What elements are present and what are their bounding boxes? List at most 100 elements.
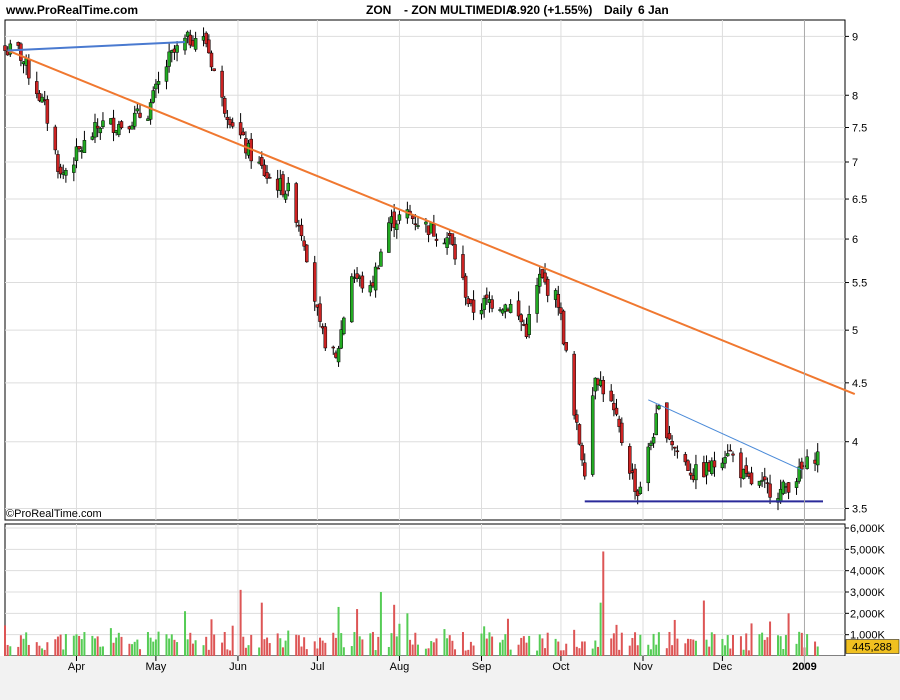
candle-body: [651, 436, 656, 444]
volume-bar: [22, 638, 25, 656]
candle-body: [360, 275, 365, 289]
volume-bar: [136, 639, 139, 656]
candle-body: [336, 348, 341, 363]
volume-bar: [766, 637, 769, 656]
candle-body: [395, 223, 399, 230]
candle-body: [434, 238, 439, 241]
candle-body: [564, 342, 568, 351]
volume-bar: [761, 632, 764, 656]
volume-bar: [631, 637, 634, 656]
volume-bar: [25, 632, 28, 656]
volume-bar: [692, 639, 695, 656]
volume-bar: [504, 634, 507, 656]
volume-bar: [239, 589, 242, 656]
volume-bar: [75, 634, 78, 656]
candle-body: [490, 299, 494, 309]
volume-bar: [221, 642, 224, 656]
volume-bar: [231, 625, 234, 656]
candle-body: [283, 193, 288, 200]
volume-bar: [353, 632, 356, 656]
candle-body: [516, 300, 521, 317]
candle-body: [19, 43, 23, 61]
volume-bar: [583, 641, 586, 656]
volume-bar: [101, 646, 104, 656]
watermark: ©ProRealTime.com: [6, 508, 102, 520]
volume-bar: [19, 635, 22, 656]
candle-body: [712, 460, 717, 468]
volume-bar: [750, 623, 753, 656]
volume-bar: [38, 645, 41, 656]
volume-bar: [769, 621, 772, 656]
candle-body: [620, 422, 624, 443]
candle-body: [167, 51, 171, 67]
volume-bar: [485, 638, 488, 656]
volume-bar: [109, 628, 112, 656]
volume-bar: [337, 606, 340, 656]
volume-bar: [297, 635, 300, 656]
volume-bar: [800, 632, 803, 656]
volume-bar: [787, 613, 790, 656]
volume-bar: [46, 642, 49, 656]
volume-bar: [170, 634, 173, 656]
candle-body: [572, 353, 576, 416]
candle-body: [424, 221, 428, 225]
volume-bar: [207, 649, 210, 656]
chart-canvas[interactable]: 9 8 7.5 7 6.5 6 5.5 5 4.5 4 3.5 6,000K 5,000K 4,000K…: [0, 0, 900, 700]
price-panel[interactable]: 9 8 7.5 7 6.5 6 5.5 5 4.5 4 3.5: [3, 19, 868, 521]
volume-bar: [742, 649, 745, 656]
candle-body: [397, 214, 402, 221]
volume-bar: [612, 633, 615, 656]
volume-bar: [676, 638, 679, 656]
volume-bar: [446, 638, 449, 656]
volume-bar: [80, 639, 83, 656]
candle-body: [657, 405, 661, 410]
volume-bar: [708, 646, 711, 656]
candle-body: [765, 482, 770, 484]
volume-bar: [538, 634, 541, 656]
month-label: Oct: [552, 661, 569, 673]
volume-bar: [758, 634, 761, 656]
volume-bar: [128, 643, 131, 656]
volume-bar: [414, 632, 417, 656]
volume-bar: [96, 636, 99, 656]
volume-bar: [578, 648, 581, 656]
candle-body: [410, 215, 415, 220]
candle-body: [98, 128, 103, 134]
volume-bar: [27, 644, 30, 656]
volume-bar: [435, 638, 438, 656]
price-tick-label: 3.5: [852, 503, 867, 515]
volume-bar: [133, 641, 136, 656]
candle-body: [323, 326, 328, 349]
candle-body: [413, 223, 418, 225]
candle-body: [230, 122, 235, 127]
volume-bar: [340, 633, 343, 656]
volume-bar: [83, 632, 86, 656]
candle-body: [580, 445, 584, 461]
candle-body: [614, 407, 619, 415]
volume-bar: [776, 635, 779, 656]
volume-bar: [41, 648, 44, 656]
volume-bar: [464, 650, 467, 656]
candle-body: [119, 121, 124, 129]
volume-bar: [461, 632, 464, 656]
volume-bar: [689, 639, 692, 656]
volume-bar: [655, 644, 658, 656]
candle-body: [545, 278, 550, 296]
month-label: Nov: [633, 661, 653, 673]
volume-bar: [639, 634, 642, 656]
volume-bar: [634, 632, 637, 656]
volume-bar: [229, 650, 232, 656]
candle-body: [35, 81, 39, 95]
volume-bar: [223, 631, 226, 656]
volume-bar: [279, 638, 282, 656]
candle-body: [64, 170, 68, 176]
volume-bar: [581, 641, 584, 656]
candle-body: [379, 251, 383, 267]
volume-bar: [374, 650, 377, 656]
candle-body: [463, 275, 468, 298]
volume-bar: [72, 635, 75, 656]
candle-body: [241, 131, 246, 136]
candle-body: [646, 446, 651, 484]
volume-bar: [652, 633, 655, 656]
volume-panel[interactable]: 6,000K5,000K4,000K3,000K2,000K1,000K445,…: [4, 523, 900, 657]
